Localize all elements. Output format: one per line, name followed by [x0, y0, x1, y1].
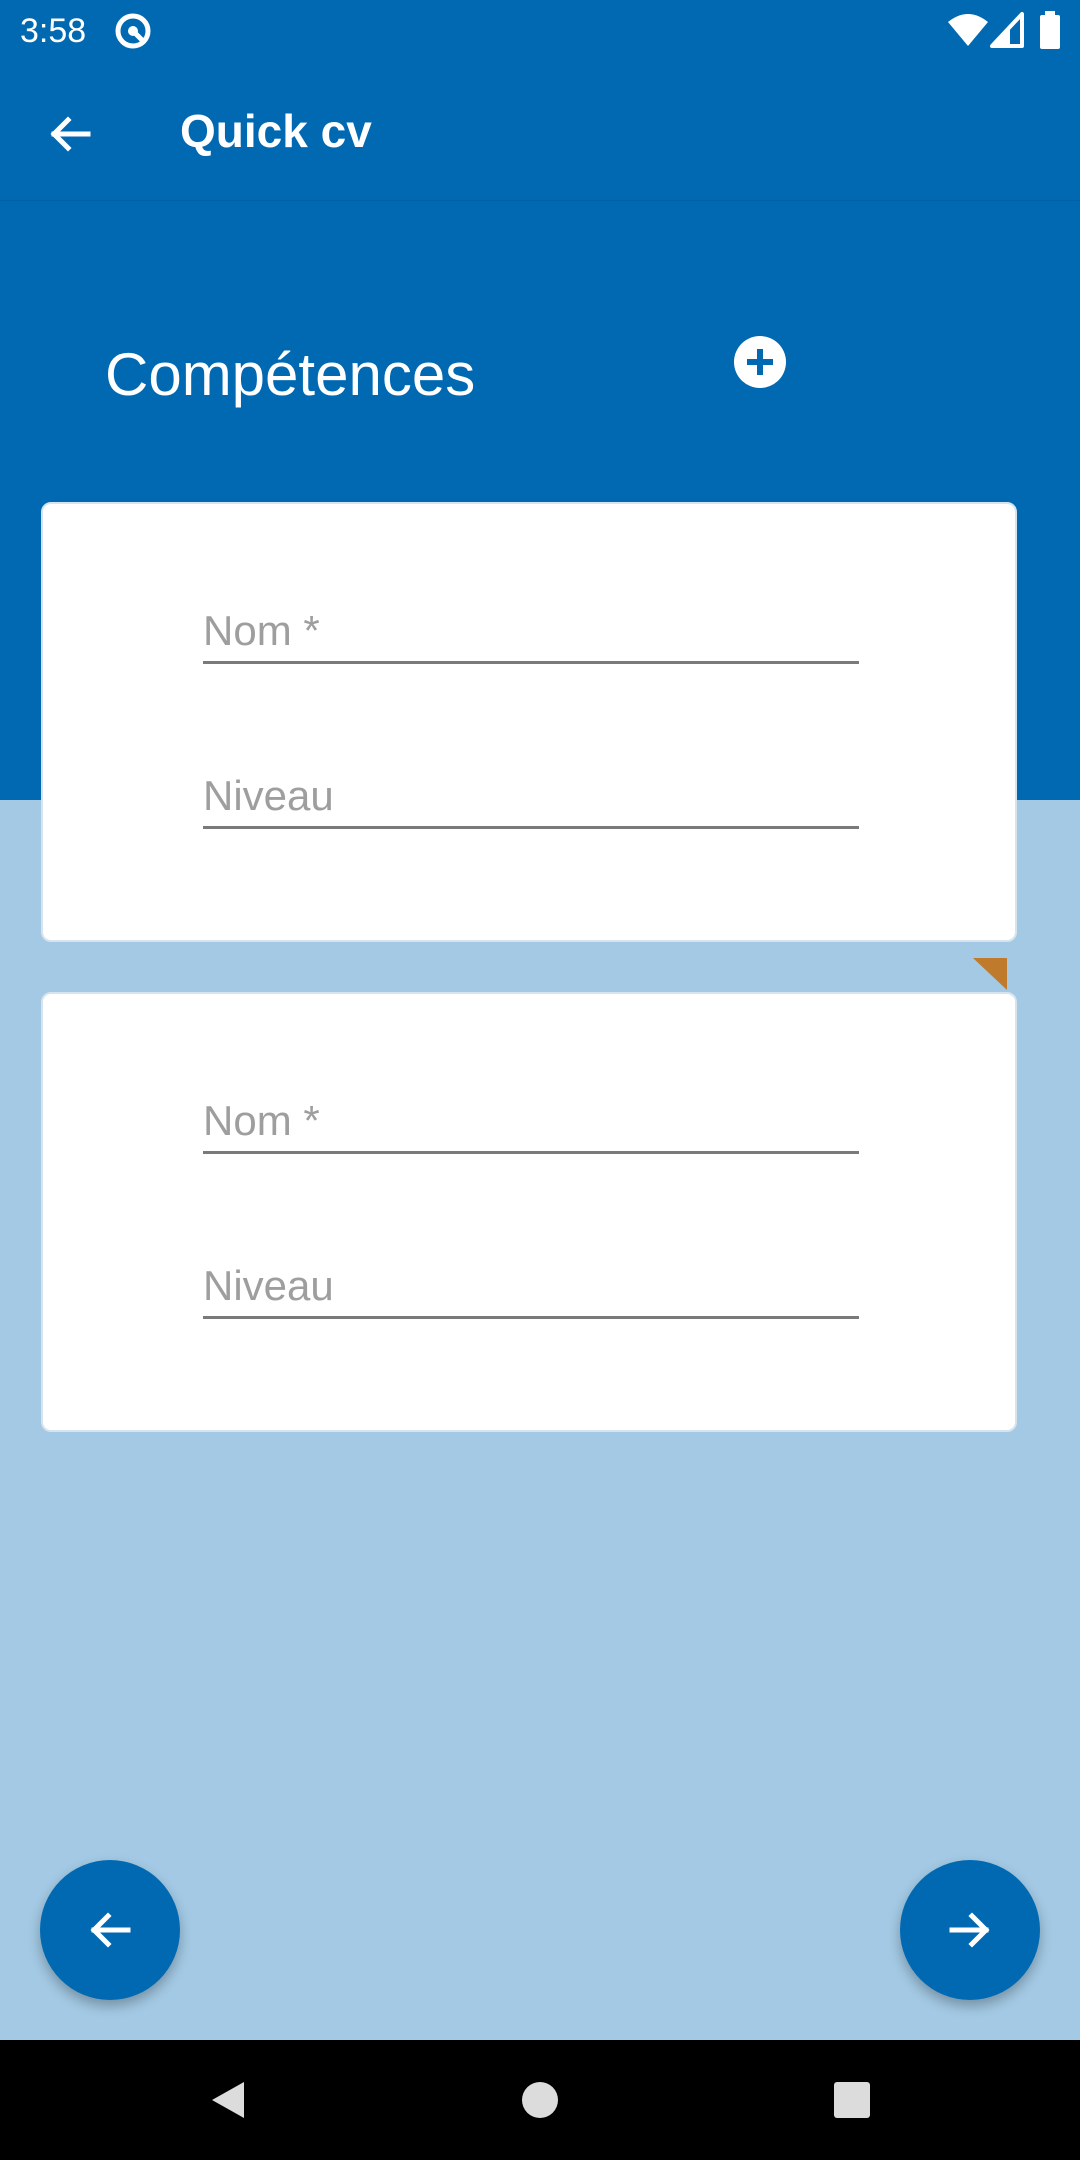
square-recents-icon: [834, 2082, 870, 2118]
status-time: 3:58: [20, 12, 87, 50]
arrow-right-icon: [949, 1912, 990, 1948]
skill-card: [41, 992, 1017, 1432]
battery-icon: [1040, 11, 1060, 49]
next-button[interactable]: [900, 1860, 1040, 2000]
nom-input[interactable]: [203, 1097, 859, 1145]
app-title: Quick cv: [180, 105, 372, 157]
system-home-button[interactable]: [504, 2064, 576, 2136]
section-title: Compétences: [105, 341, 476, 408]
nom-input[interactable]: [203, 607, 859, 655]
arrow-left-icon: [50, 116, 91, 152]
niveau-input[interactable]: [203, 1262, 859, 1310]
at-sign-icon: [115, 13, 151, 49]
niveau-field[interactable]: [203, 1239, 859, 1319]
system-recents-button[interactable]: [816, 2064, 888, 2136]
skill-card: [41, 502, 1017, 942]
plus-circle-icon[interactable]: [732, 334, 788, 390]
system-back-button[interactable]: [192, 2064, 264, 2136]
corner-marker: [973, 958, 1007, 990]
previous-button[interactable]: [40, 1860, 180, 2000]
triangle-back-icon: [212, 2082, 244, 2118]
arrow-left-icon: [90, 1912, 131, 1948]
wifi-icon: [948, 14, 988, 46]
app-bar: Quick cv: [0, 63, 1080, 201]
cell-signal-icon: [990, 12, 1024, 48]
status-bar: 3:58: [0, 0, 1080, 63]
nom-field[interactable]: [203, 1074, 859, 1154]
niveau-field[interactable]: [203, 749, 859, 829]
back-button[interactable]: [30, 94, 110, 174]
system-navigation-bar: [0, 2040, 1080, 2160]
circle-home-icon: [522, 2082, 558, 2118]
niveau-input[interactable]: [203, 772, 859, 820]
nom-field[interactable]: [203, 584, 859, 664]
